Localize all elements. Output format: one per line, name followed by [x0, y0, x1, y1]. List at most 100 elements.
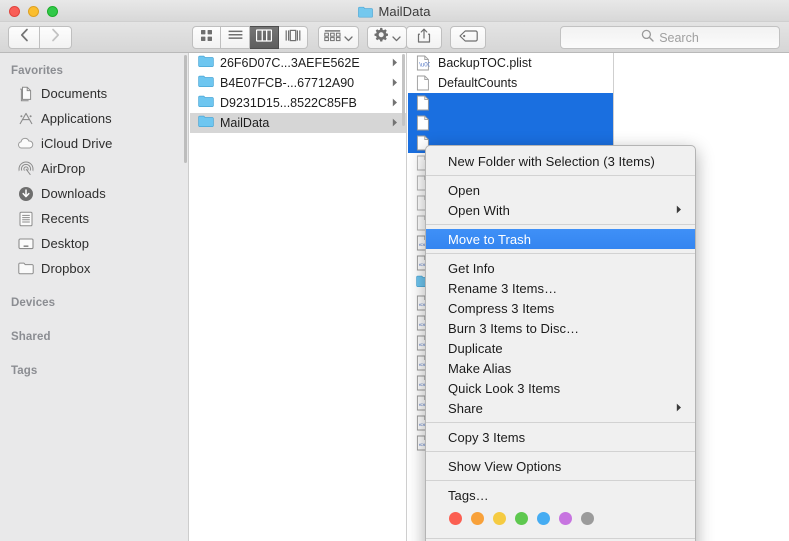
downloads-icon: [17, 185, 34, 202]
tag-swatch-orange[interactable]: [471, 512, 484, 525]
list-item-label: B4E07FCB-...67712A90: [220, 76, 406, 90]
menu-item-move-to-trash[interactable]: Move to Trash: [426, 229, 695, 249]
folder-icon: [358, 5, 373, 17]
menu-item-label: Show View Options: [448, 459, 561, 474]
list-item[interactable]: D9231D15...8522C85FB: [190, 93, 406, 113]
list-item-label: BackupTOC.plist: [438, 56, 613, 70]
share-icon: [417, 28, 431, 48]
menu-item-open-with[interactable]: Open With: [426, 200, 695, 220]
list-item-label: 26F6D07C...3AEFE562E: [220, 56, 406, 70]
sidebar-item-label: Desktop: [41, 236, 89, 251]
menu-separator: [426, 253, 695, 254]
submenu-arrow-icon: [676, 399, 682, 417]
sidebar-item-documents[interactable]: Documents: [0, 81, 188, 106]
list-item-label: D9231D15...8522C85FB: [220, 96, 406, 110]
tag-swatch-gray[interactable]: [581, 512, 594, 525]
menu-item-duplicate[interactable]: Duplicate: [426, 338, 695, 358]
sidebar-item-dropbox[interactable]: Dropbox: [0, 256, 188, 281]
submenu-arrow-icon: [676, 201, 682, 219]
menu-item-label: Duplicate: [448, 341, 503, 356]
chevron-left-icon: [20, 28, 29, 47]
menu-item-label: Burn 3 Items to Disc…: [448, 321, 579, 336]
doc-icon: [416, 75, 432, 91]
menu-separator: [426, 480, 695, 481]
forward-button[interactable]: [40, 26, 72, 49]
menu-item-make-alias[interactable]: Make Alias: [426, 358, 695, 378]
sidebar-item-label: Downloads: [41, 186, 106, 201]
menu-item-label: Compress 3 Items: [448, 301, 554, 316]
sidebar-item-downloads[interactable]: Downloads: [0, 181, 188, 206]
toolbar: Search: [0, 22, 789, 53]
search-field[interactable]: Search: [560, 26, 780, 49]
sidebar-item-label: Applications: [41, 111, 112, 126]
context-menu: New Folder with Selection (3 Items) Open…: [425, 145, 696, 541]
action-button[interactable]: [367, 26, 407, 49]
list-view-button[interactable]: [221, 26, 250, 49]
arrange-icon: [324, 29, 341, 47]
view-mode-group: [192, 26, 308, 49]
sidebar-header-devices: Devices: [0, 293, 188, 313]
menu-item-copy-items[interactable]: Copy 3 Items: [426, 427, 695, 447]
chevron-right-icon: [51, 28, 60, 47]
icloud-icon: [17, 135, 34, 152]
menu-item-label: New Folder with Selection (3 Items): [448, 154, 655, 169]
tag-swatch-purple[interactable]: [559, 512, 572, 525]
menu-item-compress-items[interactable]: Compress 3 Items: [426, 298, 695, 318]
menu-separator: [426, 538, 695, 539]
column-view-button[interactable]: [250, 26, 279, 49]
sidebar-item-icloud-drive[interactable]: iCloud Drive: [0, 131, 188, 156]
menu-item-label: Quick Look 3 Items: [448, 381, 560, 396]
window-title-group: MailData: [0, 0, 789, 22]
icon-view-button[interactable]: [192, 26, 221, 49]
tag-swatch-yellow[interactable]: [493, 512, 506, 525]
menu-item-rename-items[interactable]: Rename 3 Items…: [426, 278, 695, 298]
list-item-selected[interactable]: [408, 93, 613, 113]
sidebar-item-airdrop[interactable]: AirDrop: [0, 156, 188, 181]
tag-icon: [459, 29, 478, 47]
menu-item-open[interactable]: Open: [426, 180, 695, 200]
menu-item-quick-look-items[interactable]: Quick Look 3 Items: [426, 378, 695, 398]
arrange-button[interactable]: [318, 26, 359, 49]
menu-item-show-view-options[interactable]: Show View Options: [426, 456, 695, 476]
navigation-group: [8, 26, 72, 49]
sidebar-item-label: Dropbox: [41, 261, 91, 276]
menu-item-get-info[interactable]: Get Info: [426, 258, 695, 278]
finder-body: Favorites Documents: [0, 53, 789, 541]
back-button[interactable]: [8, 26, 40, 49]
tag-swatch-blue[interactable]: [537, 512, 550, 525]
menu-item-new-folder-with-selection[interactable]: New Folder with Selection (3 Items): [426, 151, 695, 171]
sidebar-item-applications[interactable]: Applications: [0, 106, 188, 131]
sidebar-item-recents[interactable]: Recents: [0, 206, 188, 231]
page-title: MailData: [378, 4, 430, 19]
tag-swatch-green[interactable]: [515, 512, 528, 525]
menu-item-label: Share: [448, 401, 483, 416]
action-icon-group: [406, 26, 486, 49]
sidebar-item-label: Recents: [41, 211, 89, 226]
menu-item-tags[interactable]: Tags…: [426, 485, 695, 505]
menu-separator: [426, 224, 695, 225]
folder-icon: [198, 115, 214, 131]
list-item-selected[interactable]: MailData: [190, 113, 406, 133]
list-item-selected[interactable]: [408, 113, 613, 133]
popup-group: [318, 26, 407, 49]
menu-item-share[interactable]: Share: [426, 398, 695, 418]
tag-button[interactable]: [450, 26, 486, 49]
sidebar-item-desktop[interactable]: Desktop: [0, 231, 188, 256]
list-item[interactable]: DefaultCounts: [408, 73, 613, 93]
list-item[interactable]: B4E07FCB-...67712A90: [190, 73, 406, 93]
share-button[interactable]: [406, 26, 442, 49]
airdrop-icon: [17, 160, 34, 177]
list-item[interactable]: 26F6D07C...3AEFE562E: [190, 53, 406, 73]
gallery-icon: [285, 29, 301, 47]
list-item[interactable]: \u00ab\u00bb BackupTOC.plist: [408, 53, 613, 73]
menu-item-label: Open: [448, 183, 480, 198]
column-scrollbar[interactable]: [402, 54, 405, 126]
gallery-view-button[interactable]: [279, 26, 308, 49]
disclosure-arrow-icon: [392, 54, 398, 72]
tag-swatch-red[interactable]: [449, 512, 462, 525]
plist-icon: \u00ab\u00bb: [416, 55, 432, 71]
menu-item-burn-items-to-disc[interactable]: Burn 3 Items to Disc…: [426, 318, 695, 338]
columns-icon: [256, 29, 272, 47]
tag-color-swatches: [426, 505, 695, 534]
sidebar-scrollbar[interactable]: [184, 55, 187, 163]
